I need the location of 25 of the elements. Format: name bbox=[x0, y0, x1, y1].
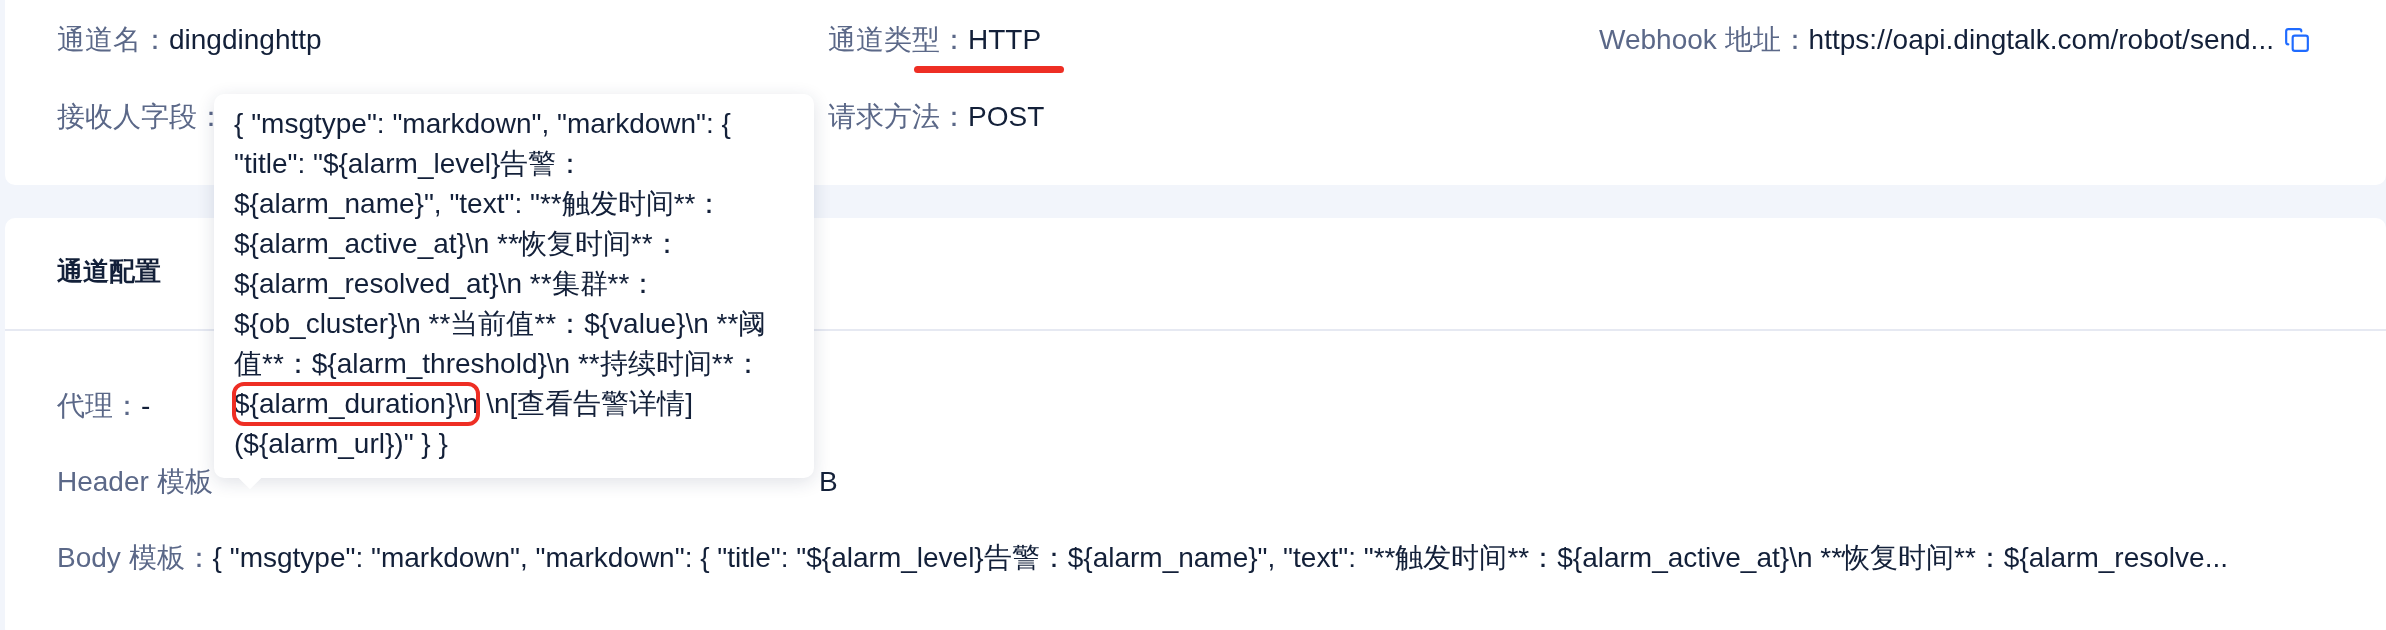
tooltip-text: { "msgtype": "markdown", "markdown": { bbox=[234, 107, 731, 141]
tooltip-text: (${alarm_url})" } } bbox=[234, 427, 448, 461]
circled-text: ${alarm_duration}\n bbox=[234, 384, 479, 424]
field-label: 通道名： bbox=[57, 23, 169, 57]
field-label: Header 模板 bbox=[57, 465, 213, 499]
field-value: dingdinghttp bbox=[169, 24, 322, 56]
field-label: 请求方法： bbox=[828, 100, 968, 134]
tooltip-text: ${alarm_name}", "text": "**触发时间**： bbox=[234, 187, 724, 221]
field-label: 接收人字段： bbox=[57, 100, 225, 134]
tooltip-text: "title": "${alarm_level}告警： bbox=[234, 147, 585, 181]
field-value: - bbox=[141, 390, 151, 422]
field-label: 通道类型： bbox=[828, 23, 968, 57]
field-label: Body 模板： bbox=[57, 541, 213, 575]
tooltip-text: \n[查看告警详情] bbox=[485, 387, 694, 421]
field-label: Webhook 地址： bbox=[1599, 23, 1809, 57]
field-value: { "msgtype": "markdown", "markdown": { "title": "${alarm_level}告警：${alarm_name}", "text": "**触发时间**：${alarm_active_at}\n **恢复时间**：${alarm_resolve... bbox=[212, 541, 2228, 575]
field-value: POST bbox=[968, 101, 1045, 133]
copy-icon[interactable] bbox=[2283, 27, 2310, 53]
field-value: https://oapi.dingtalk.com/robot/send... bbox=[1808, 24, 2274, 56]
field-value: B bbox=[819, 466, 838, 498]
tooltip-text: ${alarm_resolved_at}\n **集群**： bbox=[234, 267, 658, 301]
tooltip-text: 值**：${alarm_threshold}\n **持续时间**： bbox=[234, 347, 762, 381]
field-label: 代理： bbox=[57, 389, 141, 423]
field-value: HTTP bbox=[968, 24, 1042, 56]
tooltip-text: ${alarm_active_at}\n **恢复时间**： bbox=[234, 227, 681, 261]
